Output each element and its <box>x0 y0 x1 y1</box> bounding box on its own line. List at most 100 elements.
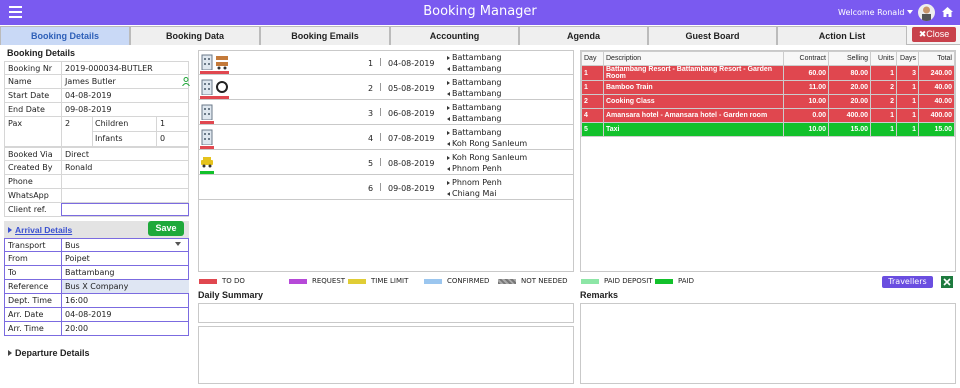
itinerary-row[interactable]: 4 07-08-2019 Battambang Koh Rong Sanleum <box>199 126 573 150</box>
service-units: 2 <box>870 94 897 109</box>
end-date: 09-08-2019 <box>65 105 112 114</box>
tab-guest-board[interactable]: Guest Board <box>648 26 777 45</box>
legend-swatch <box>289 279 307 284</box>
itinerary-row[interactable]: 5 08-08-2019 Koh Rong Sanleum Phnom Penh <box>199 151 573 175</box>
legend-swatch <box>199 279 217 284</box>
service-day: 5 <box>581 122 604 137</box>
reference-field[interactable]: Bus X Company <box>65 282 128 291</box>
chevron-down-icon[interactable] <box>907 10 913 14</box>
arrival-row: Dept. Time 16:00 <box>4 294 189 308</box>
hotel-icon <box>200 102 214 121</box>
daily-summary-title: Daily Summary <box>198 290 264 300</box>
arrival-label: Dept. Time <box>8 296 52 305</box>
day-number: 5 <box>368 159 374 168</box>
tab-booking-data[interactable]: Booking Data <box>130 26 260 45</box>
from-location: Battambang <box>447 103 502 112</box>
service-contract: 10.00 <box>783 122 829 137</box>
travellers-button[interactable]: Travellers <box>882 276 933 288</box>
day-number: 2 <box>368 84 374 93</box>
day-date: 08-08-2019 <box>388 159 435 168</box>
service-day: 1 <box>581 80 604 95</box>
service-row[interactable]: 2 Cooking Class 10.00 20.00 2 1 40.00 <box>581 94 955 109</box>
detail-row: Client ref. <box>4 203 189 217</box>
detail-row: End Date 09-08-2019 <box>4 103 189 117</box>
arr-date-field[interactable]: 04-08-2019 <box>65 310 112 319</box>
itinerary-row[interactable]: 6 09-08-2019 Phnom Penh Chiang Mai <box>199 176 573 200</box>
tab-action-list[interactable]: Action List <box>777 26 907 45</box>
day-number: 1 <box>368 59 374 68</box>
departure-details-toggle[interactable]: Departure Details <box>8 348 90 358</box>
remarks-title: Remarks <box>580 290 619 300</box>
tab-booking-emails[interactable]: Booking Emails <box>260 26 390 45</box>
daily-summary-box[interactable] <box>198 303 574 323</box>
user-icon[interactable] <box>182 77 190 87</box>
app-title: Booking Manager <box>423 4 537 19</box>
excel-icon[interactable] <box>941 276 953 288</box>
arrival-label: Arr. Date <box>8 310 44 319</box>
arrival-row: Reference Bus X Company <box>4 280 189 294</box>
services-table: Day Description Contract Selling Units D… <box>581 51 955 137</box>
transport-select[interactable]: Bus <box>65 241 80 250</box>
detail-row: Start Date 04-08-2019 <box>4 89 189 103</box>
to-location: Battambang <box>447 89 502 98</box>
booked-via: Direct <box>65 150 89 159</box>
remarks-input[interactable] <box>580 303 956 384</box>
service-total: 40.00 <box>918 94 955 109</box>
avatar[interactable] <box>918 4 935 21</box>
column-header: Units <box>870 51 897 66</box>
itinerary-row[interactable]: 3 06-08-2019 Battambang Battambang <box>199 101 573 125</box>
service-units: 1 <box>870 65 897 81</box>
service-desc: Amansara hotel - Amansara hotel - Garden… <box>603 108 784 123</box>
tab-booking-details[interactable]: Booking Details <box>0 26 130 45</box>
dept-time-field[interactable]: 16:00 <box>65 296 88 305</box>
service-total: 400.00 <box>918 108 955 123</box>
arrival-label: To <box>8 268 17 277</box>
created-by: Ronald <box>65 163 93 172</box>
arrival-label: Arr. Time <box>8 324 44 333</box>
detail-row: Booking Nr 2019-000034-BUTLER <box>4 61 189 75</box>
legend-swatch <box>424 279 442 284</box>
itinerary-row[interactable]: 2 05-08-2019 Battambang Battambang <box>199 76 573 100</box>
chevron-down-icon[interactable] <box>175 242 181 246</box>
arrival-details-toggle[interactable]: Arrival Details <box>8 225 72 235</box>
from-location: Phnom Penh <box>447 178 502 187</box>
tab-agenda[interactable]: Agenda <box>519 26 648 45</box>
arrival-label: Transport <box>8 241 46 250</box>
service-row[interactable]: 1 Battambang Resort - Battambang Resort -… <box>581 65 955 81</box>
children-label: Children <box>95 119 129 128</box>
daily-summary-detail[interactable] <box>198 326 574 384</box>
tab-accounting[interactable]: Accounting <box>390 26 519 45</box>
day-number: 3 <box>368 109 374 118</box>
day-date: 05-08-2019 <box>388 84 435 93</box>
column-header: Description <box>603 51 784 66</box>
to-field[interactable]: Battambang <box>65 268 115 277</box>
from-location: Battambang <box>447 128 502 137</box>
home-icon[interactable] <box>942 7 953 17</box>
column-header: Contract <box>783 51 829 66</box>
service-days: 3 <box>896 65 919 81</box>
service-total: 15.00 <box>918 122 955 137</box>
infants-value: 0 <box>160 134 166 143</box>
welcome-user[interactable]: Welcome Ronald <box>838 8 905 17</box>
day-date: 06-08-2019 <box>388 109 435 118</box>
day-date: 04-08-2019 <box>388 59 435 68</box>
service-days: 1 <box>896 122 919 137</box>
to-location: Battambang <box>447 64 502 73</box>
service-row[interactable]: 5 Taxi 10.00 15.00 1 1 15.00 <box>581 122 955 137</box>
itinerary-row[interactable]: 1 04-08-2019 Battambang Battambang <box>199 51 573 75</box>
service-day: 2 <box>581 94 604 109</box>
service-row[interactable]: 1 Bamboo Train 11.00 20.00 2 1 40.00 <box>581 80 955 95</box>
save-button[interactable]: Save <box>148 221 184 236</box>
arr-time-field[interactable]: 20:00 <box>65 324 88 333</box>
service-units: 2 <box>870 80 897 95</box>
detail-row: Phone <box>4 175 189 189</box>
close-button[interactable]: ✖Close <box>912 27 956 42</box>
arrival-row: To Battambang <box>4 266 189 280</box>
from-field[interactable]: Poipet <box>65 254 90 263</box>
column-header: Selling <box>828 51 871 66</box>
detail-label: End Date <box>8 105 45 114</box>
service-row[interactable]: 4 Amansara hotel - Amansara hotel - Garde… <box>581 108 955 123</box>
service-desc: Battambang Resort - Battambang Resort - … <box>603 65 784 81</box>
train-icon <box>215 52 229 70</box>
to-location: Chiang Mai <box>447 189 497 198</box>
